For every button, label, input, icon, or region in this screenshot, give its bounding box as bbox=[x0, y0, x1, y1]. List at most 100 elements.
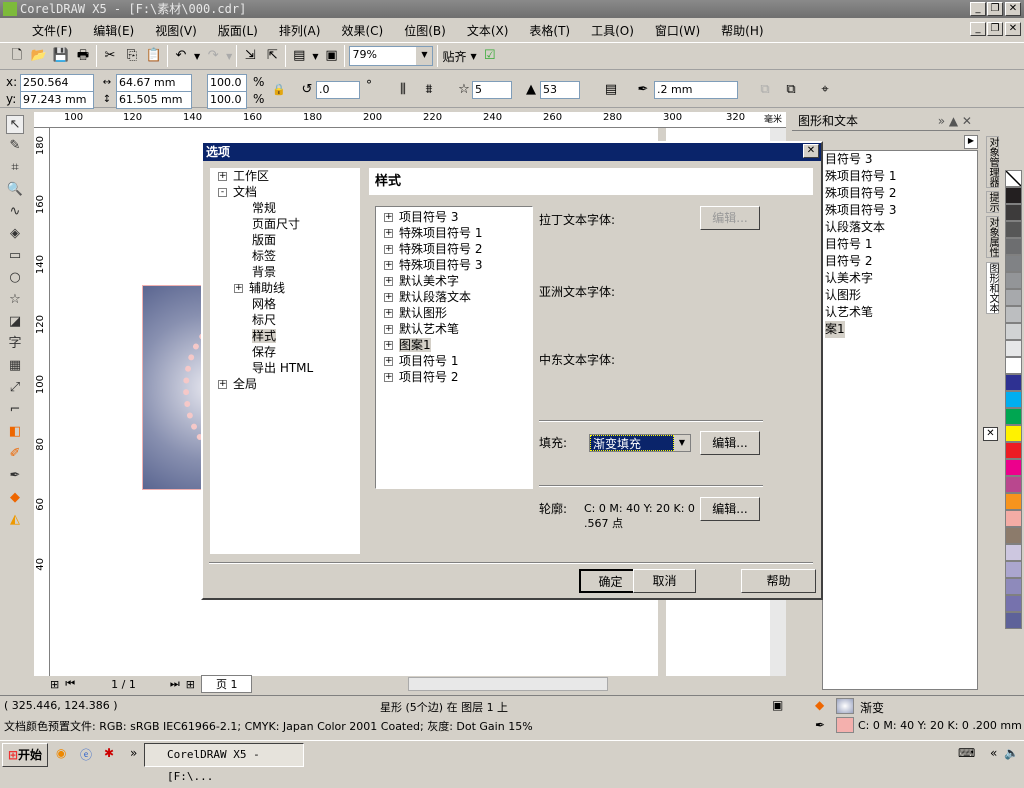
nav-tree-item[interactable]: + 工作区 bbox=[210, 168, 360, 184]
list-item-selected[interactable]: 案1 bbox=[825, 321, 845, 338]
color-swatch[interactable] bbox=[1005, 476, 1022, 493]
tray-expand-icon[interactable]: « bbox=[990, 746, 997, 760]
menu-window[interactable]: 窗口(W) bbox=[655, 22, 700, 39]
menu-file[interactable]: 文件(F) bbox=[32, 22, 72, 39]
redo-icon[interactable]: ↷ bbox=[204, 47, 222, 65]
list-item[interactable]: 目符号 3 bbox=[825, 151, 977, 168]
menu-tools[interactable]: 工具(O) bbox=[591, 22, 634, 39]
style-tree-item[interactable]: + 项目符号 1 bbox=[384, 353, 532, 369]
last-page-icon[interactable]: ⏭ bbox=[170, 677, 180, 691]
color-swatch[interactable] bbox=[1005, 238, 1022, 255]
nav-tree-item[interactable]: 网格 bbox=[210, 296, 360, 312]
expand-icon[interactable]: + bbox=[218, 172, 227, 181]
outline-edit-button[interactable]: 编辑... bbox=[700, 497, 760, 521]
mirror-vertical-icon[interactable]: ⩩ bbox=[420, 81, 438, 99]
nav-tree-item[interactable]: 页面尺寸 bbox=[210, 216, 360, 232]
color-profile-info[interactable]: 文档颜色预置文件: RGB: sRGB IEC61966-2.1; CMYK: … bbox=[4, 718, 533, 734]
style-tree-item[interactable]: + 特殊项目符号 2 bbox=[384, 241, 532, 257]
zoom-level-select[interactable]: 79% ▼ bbox=[349, 46, 434, 66]
tab-graphic-and-text[interactable]: 图形和文本 bbox=[986, 261, 999, 314]
style-list[interactable]: 目符号 3 殊项目符号 1 殊项目符号 2 殊项目符号 3 认段落文本 目符号 … bbox=[822, 150, 978, 690]
start-button[interactable]: ⊞开始 bbox=[2, 743, 48, 767]
y-position-field[interactable]: 97.243 mm bbox=[20, 91, 94, 109]
color-swatch[interactable] bbox=[1005, 340, 1022, 357]
first-page-icon[interactable]: ⏮ bbox=[65, 677, 75, 691]
minimize-button[interactable]: _ bbox=[970, 2, 986, 16]
color-swatch[interactable] bbox=[1005, 272, 1022, 289]
color-swatch[interactable] bbox=[1005, 204, 1022, 221]
expand-icon[interactable]: + bbox=[384, 325, 393, 334]
crop-tool-icon[interactable]: ⌗ bbox=[6, 159, 24, 178]
launcher-dropdown-icon[interactable]: ▼ bbox=[312, 52, 318, 61]
color-swatch[interactable] bbox=[1005, 595, 1022, 612]
tab-object-manager[interactable]: 对象管理器 bbox=[986, 136, 999, 188]
rectangle-tool-icon[interactable]: ▭ bbox=[6, 247, 24, 266]
outline-tool-icon[interactable]: ✒ bbox=[6, 467, 24, 486]
open-icon[interactable]: 📂 bbox=[30, 47, 48, 65]
style-tree-item[interactable]: + 默认美术字 bbox=[384, 273, 532, 289]
cancel-button[interactable]: 取消 bbox=[633, 569, 696, 593]
lock-ratio-icon[interactable]: 🔒 bbox=[270, 81, 288, 99]
to-back-icon[interactable]: ⧉ bbox=[782, 81, 800, 99]
style-tree-item[interactable]: + 图案1 bbox=[384, 337, 532, 353]
color-swatch[interactable] bbox=[1005, 527, 1022, 544]
paste-icon[interactable]: 📋 bbox=[145, 47, 163, 65]
list-item[interactable]: 殊项目符号 1 bbox=[825, 168, 977, 185]
redo-dropdown-icon[interactable]: ▼ bbox=[226, 52, 232, 61]
sharpness-stepper[interactable]: 53 bbox=[540, 81, 580, 99]
close-button[interactable]: ✕ bbox=[1005, 2, 1021, 16]
keyboard-icon[interactable]: ⌨ bbox=[958, 746, 975, 760]
expand-icon[interactable]: + bbox=[384, 261, 393, 270]
color-swatch[interactable] bbox=[1005, 187, 1022, 204]
rotation-angle-field[interactable]: .0 bbox=[316, 81, 360, 99]
horizontal-scrollbar[interactable] bbox=[408, 677, 609, 691]
color-swatch[interactable] bbox=[1005, 442, 1022, 459]
freehand-tool-icon[interactable]: ∿ bbox=[6, 203, 24, 222]
mirror-horizontal-icon[interactable]: ⫼ bbox=[394, 81, 412, 99]
scale-y-field[interactable]: 100.0 bbox=[207, 91, 247, 109]
docker-tab-close-icon[interactable]: ✕ bbox=[983, 427, 998, 441]
outline-width-select[interactable]: .2 mm bbox=[654, 81, 738, 99]
browser-icon[interactable]: ⓔ bbox=[80, 746, 92, 763]
export-icon[interactable]: ⇱ bbox=[263, 47, 281, 65]
menu-edit[interactable]: 编辑(E) bbox=[93, 22, 134, 39]
menu-arrange[interactable]: 排列(A) bbox=[279, 22, 321, 39]
horizontal-ruler[interactable]: 100 120 140 160 180 200 220 240 260 280 … bbox=[34, 112, 786, 128]
list-item[interactable]: 殊项目符号 3 bbox=[825, 202, 977, 219]
list-item[interactable]: 认美术字 bbox=[825, 270, 977, 287]
color-swatch[interactable] bbox=[1005, 221, 1022, 238]
style-tree-item[interactable]: + 特殊项目符号 1 bbox=[384, 225, 532, 241]
width-field[interactable]: 64.67 mm bbox=[116, 74, 192, 92]
chevron-down-icon[interactable]: ▼ bbox=[674, 435, 690, 451]
ellipse-tool-icon[interactable]: ○ bbox=[6, 269, 24, 288]
blend-tool-icon[interactable]: ◧ bbox=[6, 423, 24, 442]
scale-x-field[interactable]: 100.0 bbox=[207, 74, 247, 92]
fill-swatch[interactable] bbox=[836, 698, 854, 714]
color-swatch[interactable] bbox=[1005, 391, 1022, 408]
expand-icon[interactable]: + bbox=[384, 309, 393, 318]
snap-dropdown-icon[interactable]: ▼ bbox=[470, 52, 476, 61]
list-item[interactable]: 目符号 2 bbox=[825, 253, 977, 270]
dimension-tool-icon[interactable]: ⤢ bbox=[6, 379, 24, 398]
tab-hints[interactable]: 提示 bbox=[986, 191, 999, 214]
color-swatch[interactable] bbox=[1005, 612, 1022, 629]
expand-icon[interactable]: + bbox=[234, 284, 243, 293]
styles-tree[interactable]: + 项目符号 3 + 特殊项目符号 1 + 特殊项目符号 2 + 特殊项目符号 3 + 默认美术字… bbox=[375, 206, 533, 489]
eyedropper-tool-icon[interactable]: ✐ bbox=[6, 445, 24, 464]
save-icon[interactable]: 💾 bbox=[52, 47, 70, 65]
nav-tree-item[interactable]: 样式 bbox=[210, 328, 360, 344]
color-swatch[interactable] bbox=[1005, 306, 1022, 323]
list-item[interactable]: 认段落文本 bbox=[825, 219, 977, 236]
interactive-fill-icon[interactable]: ◭ bbox=[6, 511, 24, 530]
menu-help[interactable]: 帮助(H) bbox=[721, 22, 763, 39]
connector-tool-icon[interactable]: ⌐ bbox=[6, 401, 24, 420]
cut-icon[interactable]: ✂ bbox=[101, 47, 119, 65]
new-icon[interactable]: 🗋 bbox=[8, 47, 26, 65]
latin-font-edit-button[interactable]: 编辑... bbox=[700, 206, 760, 230]
menu-layout[interactable]: 版面(L) bbox=[218, 22, 258, 39]
quicklaunch-app-icon[interactable]: ✱ bbox=[104, 746, 114, 760]
expand-icon[interactable]: + bbox=[384, 229, 393, 238]
vertical-ruler[interactable]: 180 160 140 120 100 80 60 40 bbox=[34, 128, 50, 676]
color-swatch[interactable] bbox=[1005, 459, 1022, 476]
expand-icon[interactable]: + bbox=[384, 293, 393, 302]
